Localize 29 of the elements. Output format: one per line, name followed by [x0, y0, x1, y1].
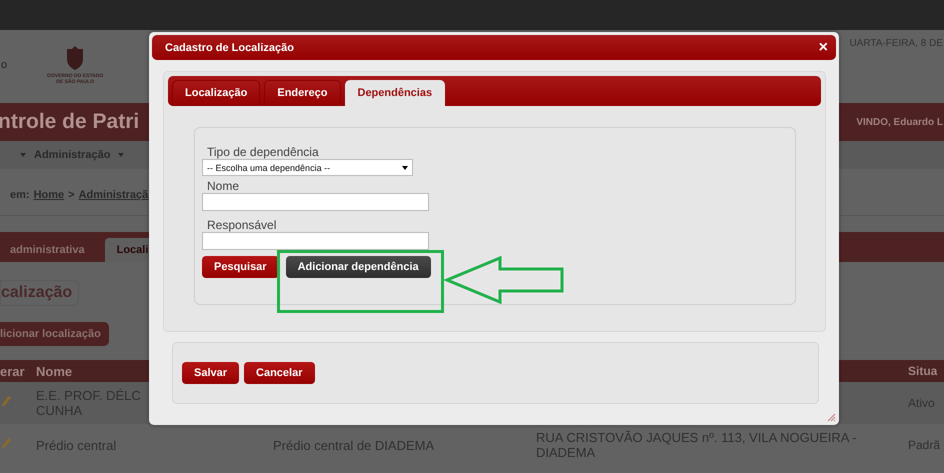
field-label: Nome	[207, 179, 240, 193]
pencil-icon[interactable]	[0, 394, 12, 408]
input-field[interactable]	[202, 193, 429, 211]
breadcrumb-separator: >	[68, 189, 75, 201]
add-button[interactable]: Adicionar dependência	[286, 256, 431, 278]
column-header: Situa	[908, 364, 938, 378]
cancel-button[interactable]: Cancelar	[244, 362, 315, 384]
caret-icon	[20, 153, 26, 157]
close-button[interactable]: ×	[818, 40, 828, 54]
pencil-icon[interactable]	[0, 436, 12, 450]
column-header: erar	[0, 364, 25, 378]
breadcrumb-label: em:	[10, 189, 30, 201]
section-title: calização	[0, 280, 80, 306]
field-label: Tipo de dependência	[207, 145, 319, 159]
search-button[interactable]: Pesquisar	[202, 256, 279, 278]
caret-icon	[402, 166, 408, 170]
resize-grip-icon[interactable]	[826, 412, 836, 422]
header-text: o	[1, 59, 8, 71]
save-button[interactable]: Salvar	[182, 362, 240, 384]
caret-icon	[118, 153, 124, 157]
dialog-title: Cadastro de Localização	[165, 42, 294, 54]
dialog-tab[interactable]: Endereço	[264, 80, 340, 106]
input-field[interactable]	[202, 232, 429, 250]
dialog-tab[interactable]: Localização	[172, 80, 260, 106]
welcome-text: VINDO, Eduardo L	[856, 116, 943, 128]
dialog-tab[interactable]: Dependências	[344, 80, 446, 106]
dependency-select[interactable]: -- Escolha uma dependência --	[202, 159, 413, 176]
column-header: Nome	[36, 364, 72, 378]
field-label: Responsável	[207, 218, 276, 232]
